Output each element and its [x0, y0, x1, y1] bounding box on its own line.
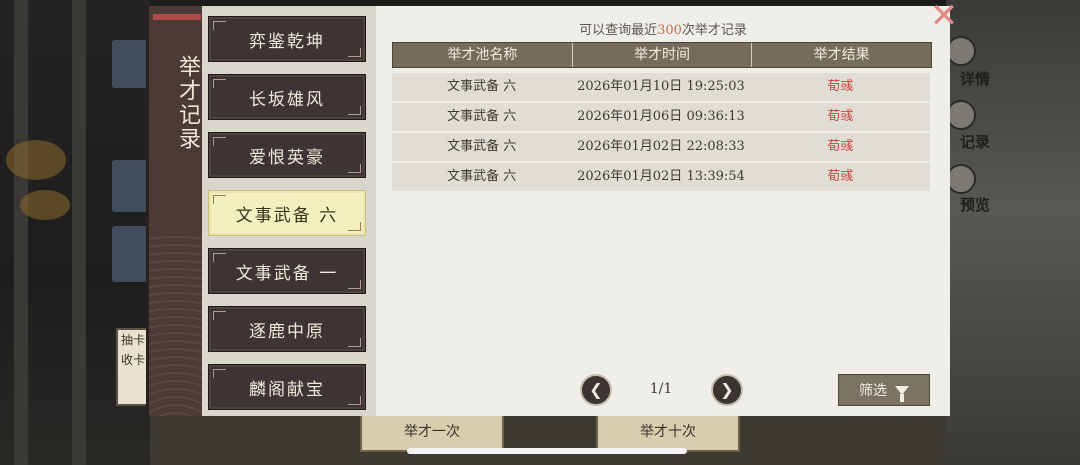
table-row: 文事武备 六 2026年01月10日 19:25:03 荀彧 [392, 73, 930, 101]
background-tree [20, 190, 70, 220]
column-header-pool: 举才池名称 [393, 43, 573, 67]
background-pillar [14, 0, 28, 465]
nav-item-wenshiwubei-1[interactable]: 文事武备 一 [208, 248, 366, 294]
record-icon [946, 100, 976, 130]
side-label-record: 记录 [960, 133, 991, 151]
cell-result: 荀彧 [827, 169, 854, 184]
notice-count: 300 [657, 23, 682, 38]
nav-item-linggexianbao[interactable]: 麟阁献宝 [208, 364, 366, 410]
next-page-button[interactable]: ❯ [711, 374, 743, 406]
title-panel: 举才记录 [146, 6, 202, 416]
table-row: 文事武备 六 2026年01月06日 09:36:13 荀彧 [392, 103, 930, 131]
cell-time: 2026年01月10日 19:25:03 [577, 79, 745, 94]
home-indicator[interactable] [407, 448, 687, 454]
close-icon[interactable]: ✕ [926, 0, 962, 36]
nav-item-changbanxiongfeng[interactable]: 长坂雄风 [208, 74, 366, 120]
background-pillar [72, 0, 86, 465]
background-tree [6, 140, 66, 180]
background-right: 详情 记录 预览 [946, 0, 1080, 465]
cell-pool: 文事武备 六 [447, 169, 517, 184]
background-tab-single: 举才一次 [360, 412, 504, 452]
table-row: 文事武备 六 2026年01月02日 13:39:54 荀彧 [392, 163, 930, 191]
notice-suffix: 次举才记录 [681, 23, 747, 38]
cell-pool: 文事武备 六 [447, 79, 517, 94]
pool-nav: 弈鉴乾坤 长坂雄风 爱恨英豪 文事武备 六 文事武备 一 逐鹿中原 麟阁献宝 [202, 6, 376, 416]
nav-item-aihenyinghao[interactable]: 爱恨英豪 [208, 132, 366, 178]
column-header-time: 举才时间 [573, 43, 753, 67]
cell-time: 2026年01月02日 13:39:54 [577, 169, 745, 184]
background-tab-ten: 举才十次 [596, 412, 740, 452]
title-accent-bar [153, 14, 201, 20]
cell-result: 荀彧 [827, 109, 854, 124]
background-tab-single-text: 举才一次 [404, 424, 460, 440]
cell-time: 2026年01月06日 09:36:13 [577, 109, 745, 124]
notice-prefix: 可以查询最近 [579, 23, 658, 38]
filter-label: 筛选 [859, 383, 887, 399]
record-dialog: 举才记录 弈鉴乾坤 长坂雄风 爱恨英豪 文事武备 六 文事武备 一 逐鹿中原 麟… [146, 0, 958, 416]
background-tab-ten-text: 举才十次 [640, 424, 696, 440]
table-row: 文事武备 六 2026年01月02日 22:08:33 荀彧 [392, 133, 930, 161]
query-notice: 可以查询最近300次举才记录 [376, 19, 950, 38]
dialog-title: 举才记录 [175, 55, 200, 151]
arrow-right-icon: ❯ [720, 380, 734, 399]
cell-time: 2026年01月02日 22:08:33 [577, 139, 745, 154]
column-header-result: 举才结果 [813, 47, 870, 63]
background-bottom: 举才一次 举才十次 [150, 410, 946, 465]
wave-pattern [149, 236, 202, 416]
cell-result: 荀彧 [827, 79, 854, 94]
record-content: 可以查询最近300次举才记录 举才池名称 举才时间 举才结果 文事武备 六 20… [376, 6, 950, 416]
arrow-left-icon: ❮ [589, 380, 603, 399]
table-header: 举才池名称 举才时间 举才结果 [392, 42, 932, 68]
nav-item-zhuluzhongyuan[interactable]: 逐鹿中原 [208, 306, 366, 352]
nav-item-wenshiwubei-6[interactable]: 文事武备 六 [208, 190, 366, 236]
background-knob: 抽卡收卡 [116, 328, 150, 406]
pagination: ❮ 1/1 ❯ 筛选 [376, 374, 950, 408]
funnel-icon [895, 385, 909, 402]
filter-button[interactable]: 筛选 [838, 374, 930, 406]
detail-icon [946, 36, 976, 66]
side-label-preview: 预览 [960, 196, 991, 214]
cell-result: 荀彧 [827, 139, 854, 154]
cell-pool: 文事武备 六 [447, 109, 517, 124]
side-label-detail: 详情 [960, 70, 991, 88]
cell-pool: 文事武备 六 [447, 139, 517, 154]
page-indicator: 1/1 [649, 381, 673, 397]
table-body: 文事武备 六 2026年01月10日 19:25:03 荀彧 文事武备 六 20… [392, 73, 930, 193]
nav-item-yijianqiankun[interactable]: 弈鉴乾坤 [208, 16, 366, 62]
prev-page-button[interactable]: ❮ [580, 374, 612, 406]
preview-icon [946, 164, 976, 194]
